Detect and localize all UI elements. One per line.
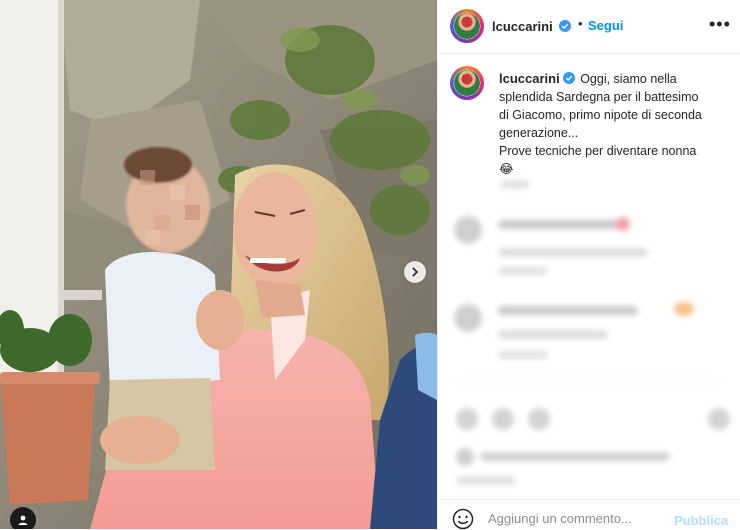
chevron-right-icon xyxy=(412,267,419,277)
user-tag-button[interactable] xyxy=(10,507,36,529)
comments-list-blurred xyxy=(438,170,740,495)
username-text[interactable]: lcuccarini xyxy=(492,19,553,34)
author-username[interactable]: lcuccarini xyxy=(492,19,572,34)
emoji-icon[interactable] xyxy=(452,508,474,530)
user-tag-icon xyxy=(18,515,28,525)
publish-button[interactable]: Pubblica xyxy=(674,513,728,528)
caption-username[interactable]: lcuccarini xyxy=(499,71,575,86)
caption-author-avatar[interactable] xyxy=(450,66,484,100)
caption-line-4: generazione... xyxy=(499,126,579,140)
more-options-icon[interactable]: ••• xyxy=(709,15,731,33)
comment-input[interactable] xyxy=(488,511,668,526)
next-photo-button[interactable] xyxy=(404,261,426,283)
post-photo xyxy=(0,0,437,529)
caption-line-1: Oggi, siamo nella xyxy=(580,72,677,86)
follow-button[interactable]: Segui xyxy=(588,18,623,33)
header-separator: • xyxy=(578,16,583,31)
author-avatar[interactable] xyxy=(450,9,484,43)
caption-line-2: splendida Sardegna per il battesimo xyxy=(499,90,699,104)
verified-badge-icon xyxy=(559,20,572,32)
post-header: lcuccarini • Segui ••• xyxy=(438,0,740,54)
caption-line-3: di Giacomo, primo nipote di seconda xyxy=(499,108,702,122)
verified-badge-icon xyxy=(562,72,575,84)
comment-bar: Pubblica xyxy=(438,499,740,530)
photo-image xyxy=(0,0,437,529)
caption-username-text[interactable]: lcuccarini xyxy=(499,71,560,86)
caption-line-5: Prove tecniche per diventare nonna xyxy=(499,144,697,158)
caption-text: lcuccarini Oggi, siamo nella splendida S… xyxy=(499,70,729,178)
post-sidebar: lcuccarini • Segui ••• lcuccarini Oggi, … xyxy=(437,0,740,530)
